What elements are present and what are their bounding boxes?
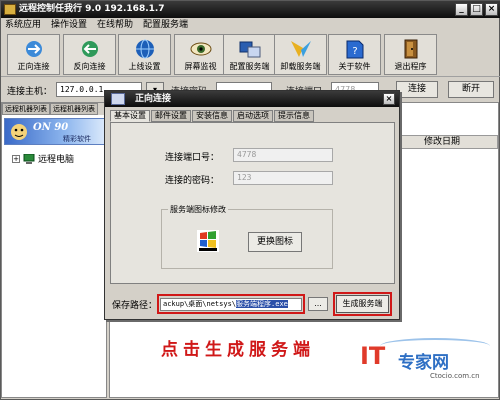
tree-item-label: 远程电脑	[38, 155, 75, 165]
port-number-input[interactable]: 4778	[233, 148, 333, 162]
left-tabs: 远程机器列表 远程机器列表	[2, 103, 108, 115]
disconnect-button[interactable]: 断开	[448, 81, 494, 98]
reverse-connect-button[interactable]: 反向连接	[63, 34, 116, 75]
save-path-row: 保存路径： ackup\桌面\netsys\服务端程序.exe ... 生成服务…	[105, 292, 399, 316]
window-controls: _ □ ×	[455, 3, 498, 16]
tab-remote-list-2[interactable]: 远程机器列表	[50, 103, 98, 115]
computer-icon	[23, 153, 35, 164]
save-path-label: 保存路径：	[112, 301, 158, 311]
dialog-title: 正向连接	[135, 94, 172, 104]
mascot-icon	[11, 124, 27, 140]
window-title: 远程控制任我行 9.0 192.168.1.7	[19, 4, 165, 14]
exit-button[interactable]: 退出程序	[384, 34, 437, 75]
connection-password-label: 连接的密码：	[165, 176, 220, 186]
forward-connect-dialog: 正向连接 × 基本设置 邮件设置 安装信息 启动选项 提示信息 连接端口号： 4…	[104, 90, 400, 320]
banner: ON 90 精彩软件	[4, 118, 106, 145]
column-header-modified-date[interactable]: 修改日期	[398, 135, 498, 149]
screen-monitor-button[interactable]: 屏幕监视	[174, 34, 227, 75]
tree-item-remote-computer[interactable]: + 远程电脑	[12, 152, 74, 165]
screen-monitor-icon	[190, 42, 211, 56]
uninstall-server-button[interactable]: 卸载服务端	[274, 34, 327, 75]
dialog-tabs: 基本设置 邮件设置 安装信息 启动选项 提示信息	[110, 110, 314, 122]
tab-mail-settings[interactable]: 邮件设置	[151, 110, 191, 122]
reverse-connect-icon	[81, 41, 98, 57]
watermark-name: 专家网	[398, 353, 449, 373]
tab-startup-options[interactable]: 启动选项	[233, 110, 273, 122]
change-icon-button[interactable]: 更换图标	[248, 232, 302, 252]
generate-highlight: 生成服务端	[333, 292, 392, 316]
uninstall-server-icon	[290, 41, 311, 57]
banner-subtitle: 精彩软件	[63, 135, 91, 143]
title-bar: 远程控制任我行 9.0 192.168.1.7 _ □ ×	[1, 1, 500, 18]
server-app-icon	[197, 230, 219, 252]
close-button[interactable]: ×	[485, 3, 498, 16]
menu-bar: 系统应用 操作设置 在线帮助 配置服务端	[1, 18, 500, 33]
online-settings-button[interactable]: 上线设置	[118, 34, 171, 75]
svg-text:?: ?	[352, 46, 357, 57]
menu-configure-server[interactable]: 配置服务端	[143, 18, 188, 33]
forward-connect-button[interactable]: 正向连接	[7, 34, 60, 75]
app-icon	[4, 4, 16, 15]
online-settings-icon	[135, 39, 154, 59]
instruction-caption: 点击生成服务端	[161, 340, 315, 360]
tab-prompt-info[interactable]: 提示信息	[274, 110, 314, 122]
dialog-close-button[interactable]: ×	[383, 93, 395, 105]
menu-help[interactable]: 在线帮助	[97, 18, 133, 33]
maximize-button[interactable]: □	[470, 3, 483, 16]
exit-icon	[404, 39, 417, 59]
tab-install-info[interactable]: 安装信息	[192, 110, 232, 122]
menu-system[interactable]: 系统应用	[5, 18, 41, 33]
connect-button[interactable]: 连接	[396, 81, 438, 98]
server-icon-group-title: 服务端图标修改	[168, 204, 228, 215]
watermark-logo: IT	[360, 342, 386, 370]
save-path-input[interactable]: ackup\桌面\netsys\服务端程序.exe	[160, 298, 302, 311]
watermark-url: Ctocio.com.cn	[430, 372, 480, 380]
generate-server-button[interactable]: 生成服务端	[336, 295, 389, 313]
toolbar: 正向连接 反向连接 上线设置 屏幕监视 配置服务端 卸载服务端 ? 关于软件 退	[1, 33, 500, 77]
connection-password-input[interactable]: 123	[233, 171, 333, 185]
expand-icon[interactable]: +	[12, 154, 20, 163]
minimize-button[interactable]: _	[455, 3, 468, 16]
remote-list-panel: 远程机器列表 远程机器列表 ON 90 精彩软件 + 远程电脑	[1, 102, 108, 398]
browse-button[interactable]: ...	[308, 297, 328, 311]
configure-server-button[interactable]: 配置服务端	[223, 34, 276, 75]
save-path-highlight: ackup\桌面\netsys\服务端程序.exe	[157, 294, 305, 314]
dialog-body: 连接端口号： 4778 连接的密码： 123 服务端图标修改 更换图标	[110, 122, 395, 284]
banner-title: ON 90	[33, 122, 69, 133]
save-path-selection: 服务端程序.exe	[236, 300, 288, 308]
configure-server-icon	[239, 41, 260, 58]
about-icon: ?	[346, 40, 363, 59]
tab-remote-list[interactable]: 远程机器列表	[2, 103, 50, 115]
menu-settings[interactable]: 操作设置	[51, 18, 87, 33]
dialog-title-bar: 正向连接 ×	[105, 91, 399, 107]
forward-connect-icon	[25, 41, 42, 57]
port-number-label: 连接端口号：	[165, 153, 220, 163]
tab-basic-settings[interactable]: 基本设置	[110, 110, 150, 122]
server-icon-group: 服务端图标修改 更换图标	[161, 204, 333, 269]
host-label: 连接主机：	[7, 87, 53, 97]
dialog-icon	[111, 93, 125, 105]
about-button[interactable]: ? 关于软件	[328, 34, 381, 75]
